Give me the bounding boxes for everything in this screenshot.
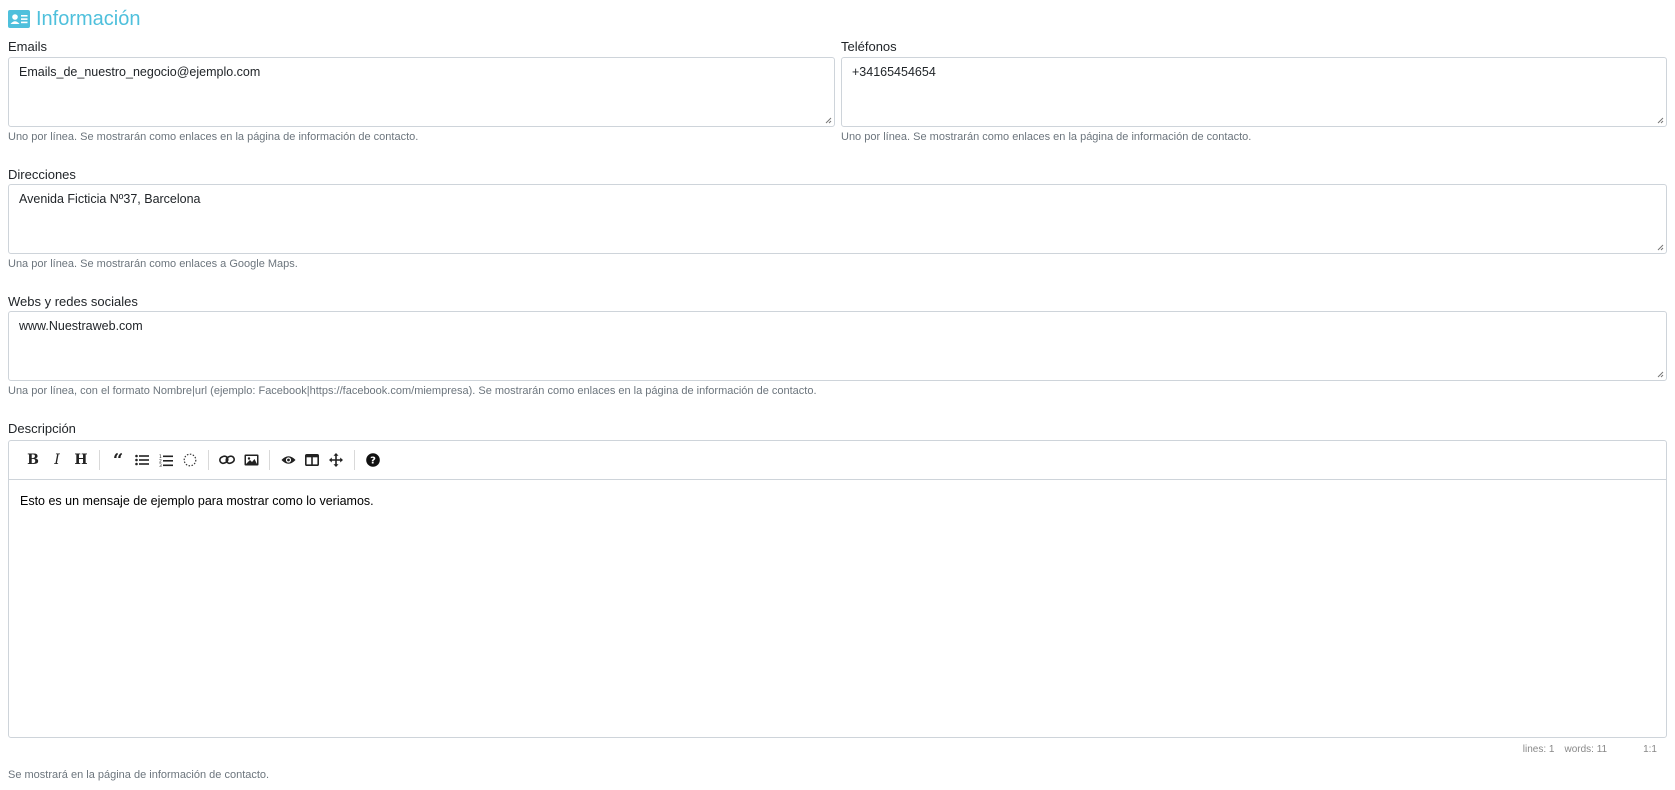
resize-handle-icon[interactable] (825, 117, 832, 124)
guide-icon[interactable]: ? (361, 448, 385, 472)
ordered-list-icon[interactable]: 123 (154, 448, 178, 472)
description-label: Descripción (8, 421, 76, 436)
toolbar-separator (208, 450, 209, 470)
svg-text:?: ? (370, 456, 376, 467)
emails-label: Emails (8, 39, 48, 54)
quote-icon[interactable]: “ (106, 448, 130, 472)
image-icon[interactable] (239, 448, 263, 472)
section-title: Información (8, 6, 141, 32)
phones-help: Uno por línea. Se mostrarán como enlaces… (841, 131, 1252, 143)
addresses-value: Avenida Ficticia Nº37, Barcelona (19, 192, 201, 206)
italic-icon[interactable]: I (45, 448, 69, 472)
section-title-text: Información (36, 7, 141, 30)
clean-block-icon[interactable] (178, 448, 202, 472)
addresses-textarea[interactable]: Avenida Ficticia Nº37, Barcelona (8, 184, 1667, 254)
side-by-side-icon[interactable] (300, 448, 324, 472)
status-lines: lines: 1 (1522, 744, 1555, 755)
description-help: Se mostrará en la página de información … (8, 769, 270, 781)
status-cursor: 1:1 (1643, 744, 1657, 755)
resize-handle-icon[interactable] (1657, 244, 1664, 251)
webs-textarea[interactable]: www.Nuestraweb.com (8, 311, 1667, 381)
phones-textarea[interactable]: +34165454654 (841, 57, 1667, 127)
emails-textarea[interactable]: Emails_de_nuestro_negocio@ejemplo.com (8, 57, 835, 127)
preview-icon[interactable] (276, 448, 300, 472)
webs-label: Webs y redes sociales (8, 294, 138, 309)
toolbar-separator (354, 450, 355, 470)
svg-text:3: 3 (159, 463, 162, 467)
phones-value: +34165454654 (852, 65, 936, 79)
phones-label: Teléfonos (841, 39, 897, 54)
toolbar-separator (269, 450, 270, 470)
editor-statusbar: lines: 1 words: 11 1:1 (1523, 744, 1657, 755)
fullscreen-icon[interactable] (324, 448, 348, 472)
editor-toolbar: B I H “ 123 ? (9, 441, 1666, 480)
resize-handle-icon[interactable] (1657, 371, 1664, 378)
webs-value: www.Nuestraweb.com (19, 319, 143, 333)
description-editor: B I H “ 123 ? Esto es un mensaje de ejem… (8, 440, 1667, 738)
emails-help: Uno por línea. Se mostrarán como enlaces… (8, 131, 419, 143)
editor-content[interactable]: Esto es un mensaje de ejemplo para mostr… (9, 480, 1666, 522)
emails-value: Emails_de_nuestro_negocio@ejemplo.com (19, 65, 261, 79)
addresses-help: Una por línea. Se mostrarán como enlaces… (8, 258, 298, 270)
status-words: words: 11 (1564, 744, 1608, 755)
link-icon[interactable] (215, 448, 239, 472)
webs-help: Una por línea, con el formato Nombre|url… (8, 385, 817, 397)
resize-handle-icon[interactable] (1657, 117, 1664, 124)
bold-icon[interactable]: B (21, 448, 45, 472)
addresses-label: Direcciones (8, 167, 76, 182)
contact-info-page: Información Emails Emails_de_nuestro_neg… (0, 0, 1675, 790)
toolbar-separator (99, 450, 100, 470)
contact-card-icon (8, 10, 30, 28)
unordered-list-icon[interactable] (130, 448, 154, 472)
heading-icon[interactable]: H (69, 448, 93, 472)
